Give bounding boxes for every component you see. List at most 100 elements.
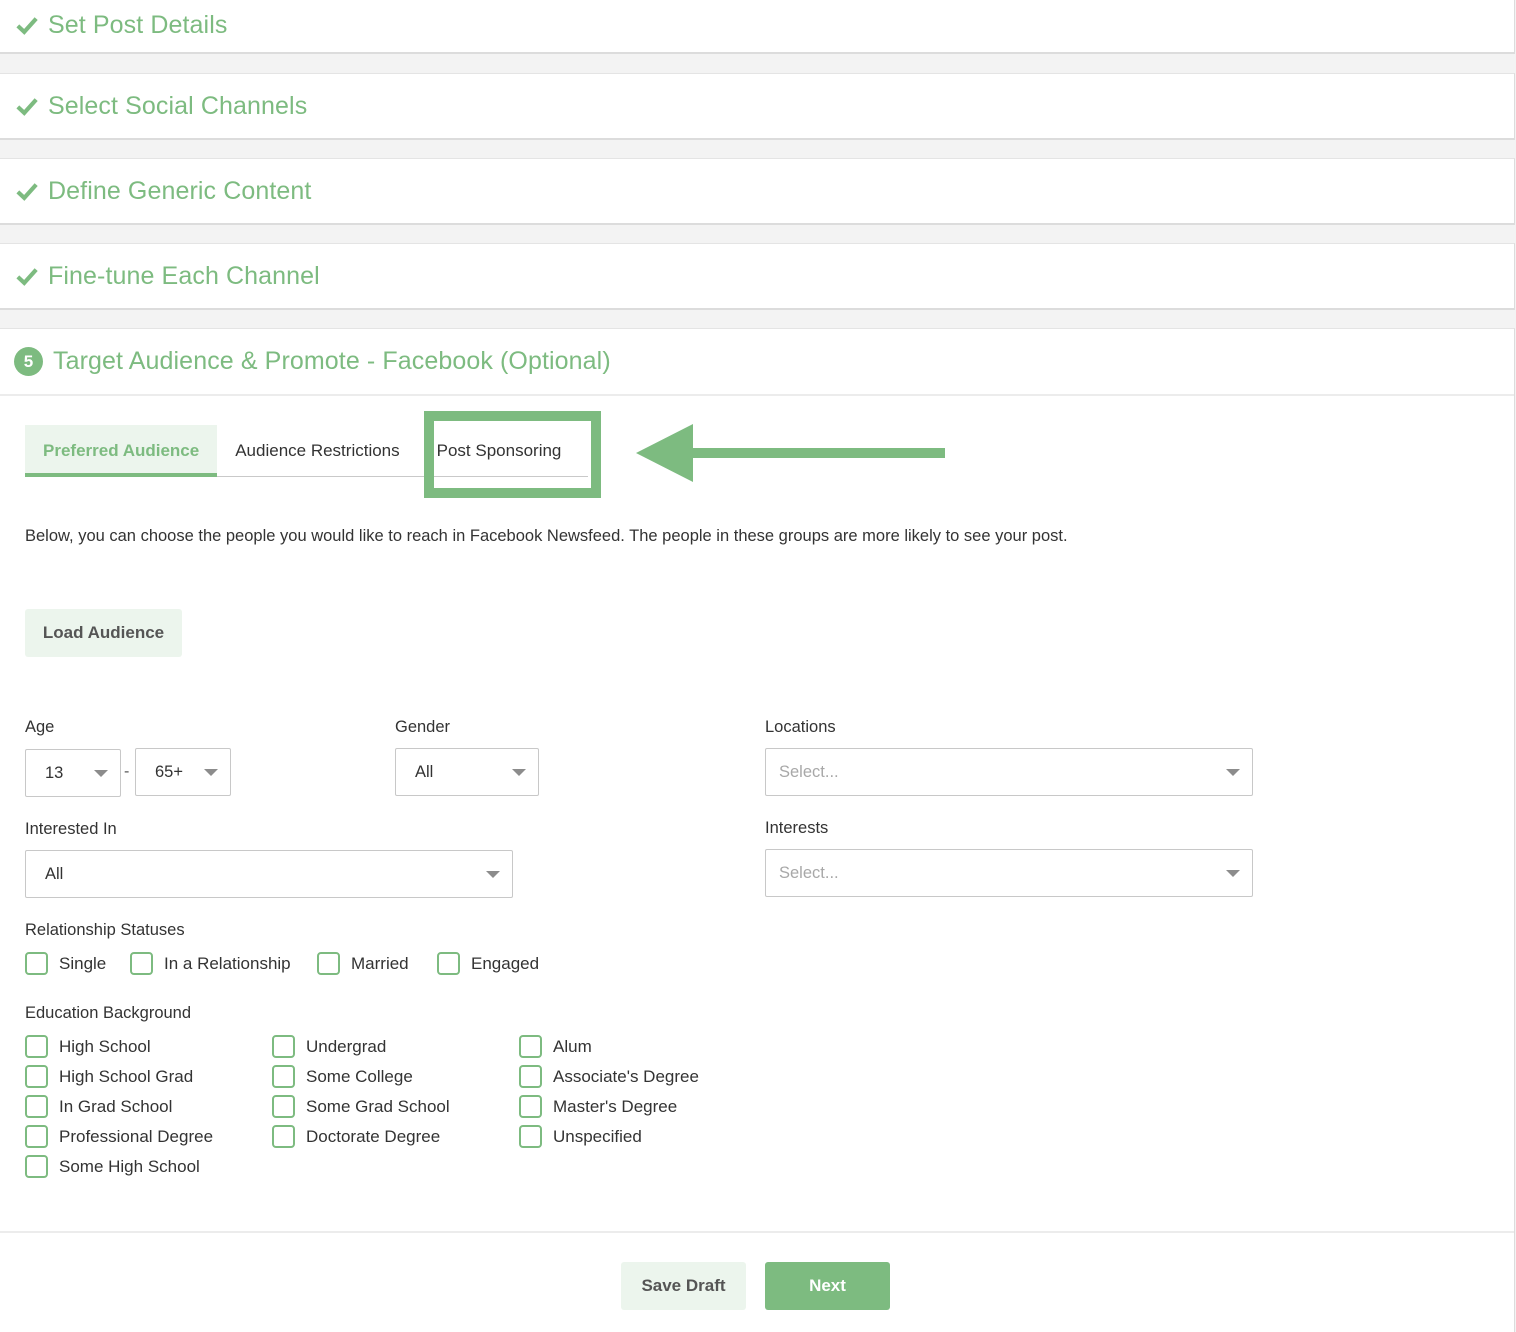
step-fine-tune-each-channel[interactable]: Fine-tune Each Channel (0, 243, 1515, 310)
chevron-down-icon (94, 770, 108, 777)
age-min-select[interactable]: 13 (25, 749, 121, 797)
chevron-down-icon (512, 769, 526, 776)
checkbox[interactable] (519, 1035, 542, 1058)
checkbox-professional-degree[interactable]: Professional Degree (25, 1125, 213, 1148)
checkbox[interactable] (272, 1065, 295, 1088)
save-draft-button[interactable]: Save Draft (621, 1262, 746, 1310)
relationship-label: Relationship Statuses (25, 921, 185, 939)
interests-placeholder: Select... (779, 863, 839, 882)
age-max-select[interactable]: 65+ (135, 748, 231, 796)
checkbox-doctorate-degree[interactable]: Doctorate Degree (272, 1125, 440, 1148)
checkbox[interactable] (272, 1125, 295, 1148)
age-label: Age (25, 718, 55, 736)
interested-in-label: Interested In (25, 820, 117, 838)
gender-label: Gender (395, 718, 451, 736)
step-title: Target Audience & Promote - Facebook (Op… (53, 347, 611, 375)
check-icon (16, 183, 38, 201)
step-set-post-details[interactable]: Set Post Details (0, 0, 1515, 54)
checkbox[interactable] (272, 1035, 295, 1058)
checkbox-label: Single (59, 953, 107, 973)
locations-placeholder: Select... (779, 762, 839, 781)
education-label: Education Background (25, 1004, 192, 1022)
checkbox[interactable] (130, 952, 153, 975)
checkbox[interactable] (272, 1095, 295, 1118)
step-title: Fine-tune Each Channel (48, 261, 320, 290)
checkbox[interactable] (317, 952, 340, 975)
checkbox-alum[interactable]: Alum (519, 1035, 592, 1058)
checkbox-associates-degree[interactable]: Associate's Degree (519, 1065, 699, 1088)
tab-audience-restrictions[interactable]: Audience Restrictions (217, 425, 417, 476)
checkbox-in-a-relationship[interactable]: In a Relationship (130, 952, 291, 975)
checkbox-label: High School (59, 1036, 151, 1056)
checkbox-label: Unspecified (553, 1126, 642, 1146)
step-title: Select Social Channels (48, 91, 308, 120)
checkbox[interactable] (25, 1125, 48, 1148)
chevron-down-icon (486, 871, 500, 878)
step-define-generic-content[interactable]: Define Generic Content (0, 158, 1515, 225)
active-step-header[interactable]: 5 Target Audience & Promote - Facebook (… (0, 329, 1514, 396)
checkbox-high-school-grad[interactable]: High School Grad (25, 1065, 193, 1088)
checkbox-label: Professional Degree (59, 1126, 214, 1146)
tab-preferred-audience[interactable]: Preferred Audience (25, 425, 218, 477)
checkbox-high-school[interactable]: High School (25, 1035, 151, 1058)
checkbox-label: Master's Degree (553, 1096, 678, 1116)
checkbox-in-grad-school[interactable]: In Grad School (25, 1095, 172, 1118)
checkbox-some-college[interactable]: Some College (272, 1065, 413, 1088)
checkbox-single[interactable]: Single (25, 952, 106, 975)
checkbox-unspecified[interactable]: Unspecified (519, 1125, 642, 1148)
checkbox-some-grad-school[interactable]: Some Grad School (272, 1095, 450, 1118)
locations-select[interactable]: Select... (765, 748, 1253, 796)
age-min-value: 13 (45, 763, 64, 782)
checkbox-label: In Grad School (59, 1096, 173, 1116)
checkbox-married[interactable]: Married (317, 952, 409, 975)
step-title: Set Post Details (48, 10, 228, 39)
checkbox[interactable] (25, 1035, 48, 1058)
check-icon (16, 98, 38, 116)
locations-label: Locations (765, 718, 836, 736)
checkbox-some-high-school[interactable]: Some High School (25, 1155, 200, 1178)
audience-tabs: Preferred Audience Audience Restrictions… (25, 425, 588, 477)
footer-divider (0, 1231, 1514, 1233)
chevron-down-icon (1226, 769, 1240, 776)
checkbox-undergrad[interactable]: Undergrad (272, 1035, 386, 1058)
tab-post-sponsoring[interactable]: Post Sponsoring (418, 425, 580, 476)
checkbox-label: High School Grad (59, 1066, 194, 1086)
checkbox[interactable] (519, 1125, 542, 1148)
check-icon (16, 268, 38, 286)
checkbox-label: Some College (306, 1066, 413, 1086)
check-icon (16, 17, 38, 35)
checkbox-label: Some Grad School (306, 1096, 450, 1116)
arrow-left-icon (636, 424, 945, 482)
checkbox-label: Engaged (471, 953, 540, 973)
checkbox[interactable] (25, 1155, 48, 1178)
step-number-badge: 5 (14, 347, 43, 376)
checkbox-label: Doctorate Degree (306, 1126, 441, 1146)
chevron-down-icon (204, 769, 218, 776)
step-target-audience: 5 Target Audience & Promote - Facebook (… (0, 328, 1515, 1332)
checkbox[interactable] (25, 1095, 48, 1118)
checkbox-label: In a Relationship (164, 953, 291, 973)
age-max-value: 65+ (155, 762, 183, 781)
interests-select[interactable]: Select... (765, 849, 1253, 897)
checkbox[interactable] (25, 952, 48, 975)
checkbox-label: Associate's Degree (553, 1066, 699, 1086)
next-button[interactable]: Next (765, 1262, 890, 1310)
step-select-social-channels[interactable]: Select Social Channels (0, 73, 1515, 140)
gender-select[interactable]: All (395, 748, 539, 796)
intro-text: Below, you can choose the people you wou… (25, 527, 1068, 545)
checkbox-label: Alum (553, 1036, 592, 1056)
age-separator: - (124, 763, 130, 780)
step-title: Define Generic Content (48, 176, 312, 205)
interested-in-select[interactable]: All (25, 850, 513, 898)
interests-label: Interests (765, 819, 829, 837)
checkbox-masters-degree[interactable]: Master's Degree (519, 1095, 677, 1118)
chevron-down-icon (1226, 870, 1240, 877)
load-audience-button[interactable]: Load Audience (25, 609, 182, 657)
checkbox[interactable] (437, 952, 460, 975)
gender-value: All (415, 762, 434, 781)
checkbox[interactable] (519, 1065, 542, 1088)
checkbox[interactable] (519, 1095, 542, 1118)
checkbox[interactable] (25, 1065, 48, 1088)
checkbox-label: Some High School (59, 1156, 200, 1176)
checkbox-engaged[interactable]: Engaged (437, 952, 539, 975)
